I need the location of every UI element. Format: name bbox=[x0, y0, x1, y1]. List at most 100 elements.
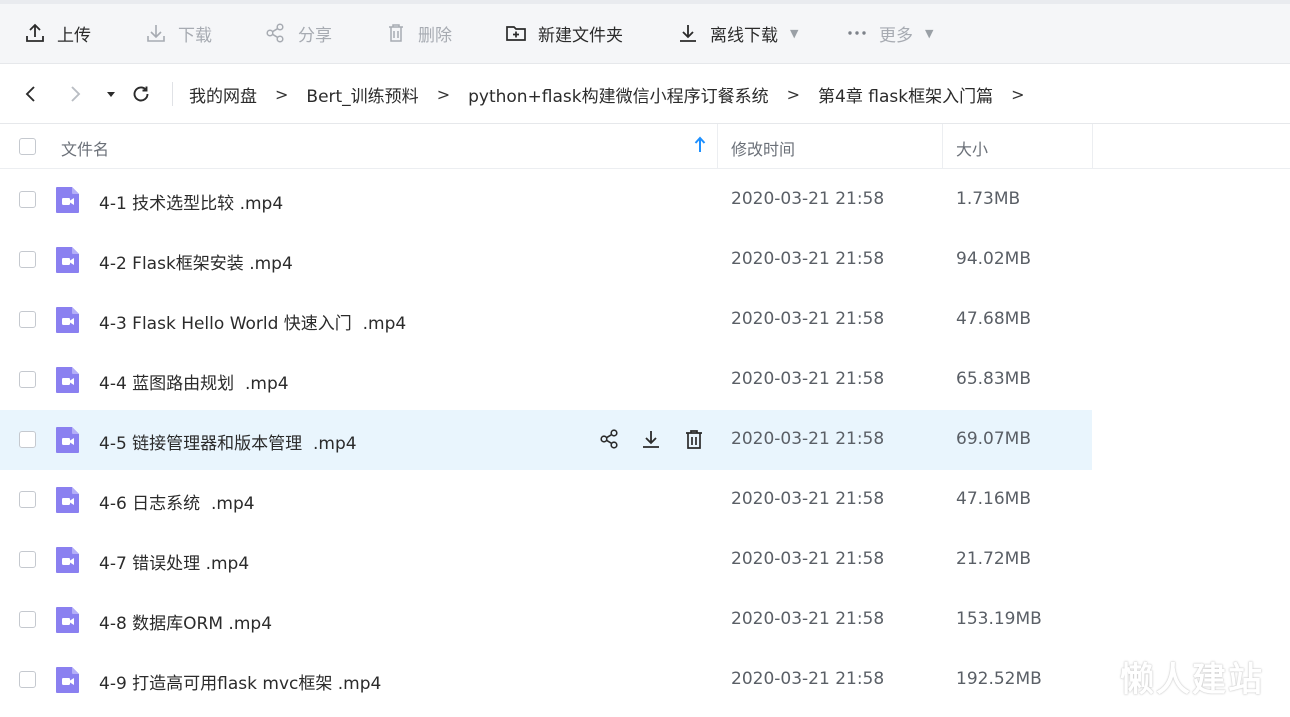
watermark: 懒人建站 bbox=[1120, 660, 1264, 700]
file-size: 192.52MB bbox=[956, 669, 1042, 689]
ellipsis-icon bbox=[848, 31, 866, 35]
row-checkbox[interactable] bbox=[19, 671, 36, 688]
table-row[interactable]: 4-8 数据库ORM .mp4 2020-03-21 21:58 153.19M… bbox=[0, 590, 1092, 650]
file-name[interactable]: 4-1 技术选型比较 .mp4 bbox=[99, 189, 283, 214]
table-row[interactable]: 4-7 错误处理 .mp4 2020-03-21 21:58 21.72MB bbox=[0, 530, 1092, 590]
file-list-header: 文件名 修改时间 大小 bbox=[0, 124, 1290, 169]
breadcrumb-separator: > bbox=[786, 84, 801, 104]
column-divider bbox=[717, 124, 718, 168]
video-file-icon bbox=[56, 367, 79, 393]
file-name[interactable]: 4-2 Flask框架安装 .mp4 bbox=[99, 249, 293, 274]
breadcrumb-item[interactable]: Bert_训练预料 bbox=[306, 82, 418, 107]
file-modified: 2020-03-21 21:58 bbox=[731, 369, 885, 389]
file-size: 94.02MB bbox=[956, 249, 1031, 269]
breadcrumb-separator: > bbox=[275, 84, 289, 104]
new-folder-label: 新建文件夹 bbox=[538, 25, 623, 46]
file-modified: 2020-03-21 21:58 bbox=[731, 249, 885, 269]
table-row[interactable]: 4-4 蓝图路由规划 .mp4 2020-03-21 21:58 65.83MB bbox=[0, 350, 1092, 410]
column-header-size[interactable]: 大小 bbox=[956, 136, 988, 160]
file-name[interactable]: 4-9 打造高可用flask mvc框架 .mp4 bbox=[99, 669, 381, 694]
row-checkbox[interactable] bbox=[19, 431, 36, 448]
nav-divider bbox=[172, 82, 173, 106]
row-checkbox[interactable] bbox=[19, 371, 36, 388]
row-checkbox[interactable] bbox=[19, 311, 36, 328]
breadcrumb-item-current[interactable]: 第4章 flask框架入门篇 bbox=[818, 82, 993, 107]
breadcrumb-item[interactable]: 我的网盘 bbox=[189, 82, 257, 107]
file-size: 153.19MB bbox=[956, 609, 1042, 629]
forward-icon[interactable] bbox=[64, 82, 86, 106]
video-file-icon bbox=[56, 487, 79, 513]
column-header-name[interactable]: 文件名 bbox=[61, 136, 109, 160]
back-icon[interactable] bbox=[20, 82, 42, 106]
file-size: 47.16MB bbox=[956, 489, 1031, 509]
video-file-icon bbox=[56, 607, 79, 633]
new-folder-icon bbox=[506, 26, 526, 41]
chevron-down-icon[interactable]: ▼ bbox=[925, 27, 933, 40]
file-name[interactable]: 4-7 错误处理 .mp4 bbox=[99, 549, 249, 574]
file-modified: 2020-03-21 21:58 bbox=[731, 309, 885, 329]
breadcrumb-separator: > bbox=[1011, 84, 1025, 104]
download-button[interactable]: 下载 bbox=[145, 20, 212, 46]
video-file-icon bbox=[56, 427, 79, 453]
file-modified: 2020-03-21 21:58 bbox=[731, 669, 885, 689]
more-button[interactable]: 更多 ▼ bbox=[846, 20, 933, 46]
video-file-icon bbox=[56, 307, 79, 333]
column-divider bbox=[942, 124, 943, 168]
file-name[interactable]: 4-4 蓝图路由规划 .mp4 bbox=[99, 369, 289, 394]
history-dropdown-icon[interactable] bbox=[103, 82, 119, 106]
file-name[interactable]: 4-3 Flask Hello World 快速入门 .mp4 bbox=[99, 309, 406, 334]
toolbar-top-border bbox=[0, 0, 1290, 4]
navigation-bar: 我的网盘 > Bert_训练预料 > python+flask构建微信小程序订餐… bbox=[0, 64, 1290, 124]
file-modified: 2020-03-21 21:58 bbox=[731, 609, 885, 629]
table-row[interactable]: 4-3 Flask Hello World 快速入门 .mp4 2020-03-… bbox=[0, 290, 1092, 350]
sort-ascending-icon[interactable] bbox=[693, 136, 707, 154]
upload-button[interactable]: 上传 bbox=[24, 20, 91, 46]
more-label: 更多 bbox=[879, 25, 913, 46]
file-size: 21.72MB bbox=[956, 549, 1031, 569]
chevron-down-icon[interactable]: ▼ bbox=[790, 27, 798, 40]
offline-download-button[interactable]: 离线下载 ▼ bbox=[677, 20, 798, 46]
offline-download-icon bbox=[680, 25, 696, 42]
breadcrumb-item[interactable]: python+flask构建微信小程序订餐系统 bbox=[468, 82, 769, 107]
row-checkbox[interactable] bbox=[19, 251, 36, 268]
upload-label: 上传 bbox=[57, 25, 91, 46]
row-checkbox[interactable] bbox=[19, 191, 36, 208]
download-label: 下载 bbox=[178, 25, 212, 46]
file-size: 65.83MB bbox=[956, 369, 1031, 389]
upload-icon bbox=[26, 23, 44, 42]
table-row[interactable]: 4-9 打造高可用flask mvc框架 .mp4 2020-03-21 21:… bbox=[0, 650, 1092, 710]
download-icon[interactable] bbox=[640, 428, 662, 450]
delete-button[interactable]: 删除 bbox=[385, 20, 452, 46]
refresh-icon[interactable] bbox=[130, 82, 152, 106]
row-checkbox[interactable] bbox=[19, 551, 36, 568]
file-name[interactable]: 4-6 日志系统 .mp4 bbox=[99, 489, 255, 514]
table-row[interactable]: 4-6 日志系统 .mp4 2020-03-21 21:58 47.16MB bbox=[0, 470, 1092, 530]
file-size: 47.68MB bbox=[956, 309, 1031, 329]
row-checkbox[interactable] bbox=[19, 491, 36, 508]
table-row[interactable]: 4-2 Flask框架安装 .mp4 2020-03-21 21:58 94.0… bbox=[0, 230, 1092, 290]
video-file-icon bbox=[56, 547, 79, 573]
file-name[interactable]: 4-5 链接管理器和版本管理 .mp4 bbox=[99, 429, 357, 454]
column-divider bbox=[1092, 124, 1093, 168]
share-label: 分享 bbox=[298, 25, 332, 46]
file-modified: 2020-03-21 21:58 bbox=[731, 429, 885, 449]
share-button[interactable]: 分享 bbox=[265, 20, 332, 46]
breadcrumb-separator: > bbox=[436, 84, 451, 104]
file-size: 1.73MB bbox=[956, 189, 1021, 209]
table-row[interactable]: 4-1 技术选型比较 .mp4 2020-03-21 21:58 1.73MB bbox=[0, 170, 1092, 230]
share-icon bbox=[266, 23, 284, 43]
table-row-hovered[interactable]: 4-5 链接管理器和版本管理 .mp4 2020-03-21 21:58 69.… bbox=[0, 410, 1092, 470]
select-all-checkbox[interactable] bbox=[19, 138, 36, 155]
share-icon[interactable] bbox=[599, 428, 621, 450]
trash-icon[interactable] bbox=[683, 428, 705, 450]
offline-download-label: 离线下载 bbox=[710, 25, 778, 46]
row-checkbox[interactable] bbox=[19, 611, 36, 628]
column-header-modified[interactable]: 修改时间 bbox=[731, 136, 795, 160]
video-file-icon bbox=[56, 247, 79, 273]
download-icon bbox=[147, 25, 165, 42]
file-modified: 2020-03-21 21:58 bbox=[731, 489, 885, 509]
video-file-icon bbox=[56, 667, 79, 693]
file-name[interactable]: 4-8 数据库ORM .mp4 bbox=[99, 609, 272, 634]
file-modified: 2020-03-21 21:58 bbox=[731, 549, 885, 569]
new-folder-button[interactable]: 新建文件夹 bbox=[505, 20, 623, 46]
